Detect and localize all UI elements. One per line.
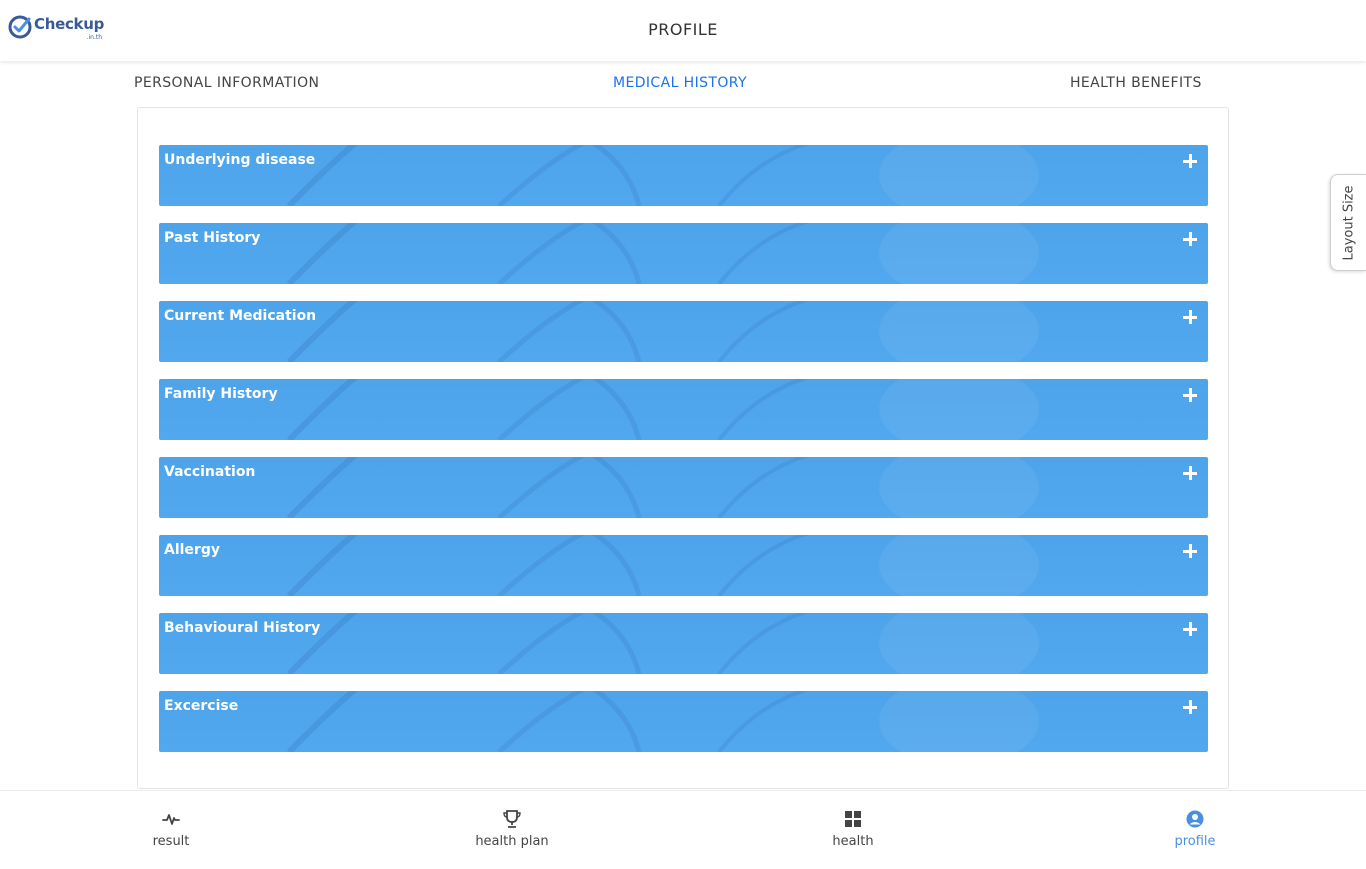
page-title: PROFILE	[648, 20, 718, 39]
app-header: Checkup .in.th PROFILE	[0, 0, 1366, 61]
section-family-history[interactable]: Family History	[159, 379, 1208, 440]
bottom-navigation: result health plan health profile	[0, 790, 1366, 869]
medical-history-card: Underlying disease Past History Current …	[137, 107, 1229, 789]
nav-health-plan[interactable]: health plan	[470, 809, 554, 849]
plus-icon[interactable]	[1182, 543, 1198, 559]
plus-icon[interactable]	[1182, 231, 1198, 247]
section-label: Behavioural History	[164, 620, 321, 636]
plus-icon[interactable]	[1182, 621, 1198, 637]
section-label: Vaccination	[164, 464, 256, 480]
plus-icon[interactable]	[1182, 153, 1198, 169]
section-behavioural-history[interactable]: Behavioural History	[159, 613, 1208, 674]
plus-icon[interactable]	[1182, 309, 1198, 325]
section-background-pattern	[286, 535, 1039, 596]
nav-profile-label: profile	[1174, 834, 1216, 849]
nav-health-plan-label: health plan	[475, 834, 549, 849]
section-vaccination[interactable]: Vaccination	[159, 457, 1208, 518]
tab-health-benefits[interactable]: HEALTH BENEFITS	[1070, 75, 1202, 91]
section-label: Excercise	[164, 698, 239, 714]
trophy-icon	[503, 810, 521, 828]
section-background-pattern	[286, 379, 1039, 440]
nav-profile[interactable]: profile	[1170, 809, 1220, 849]
section-current-medication[interactable]: Current Medication	[159, 301, 1208, 362]
section-exercise[interactable]: Excercise	[159, 691, 1208, 752]
tab-personal-information[interactable]: PERSONAL INFORMATION	[134, 75, 319, 91]
section-underlying-disease[interactable]: Underlying disease	[159, 145, 1208, 206]
plus-icon[interactable]	[1182, 387, 1198, 403]
plus-icon[interactable]	[1182, 465, 1198, 481]
nav-health-label: health	[832, 834, 874, 849]
section-background-pattern	[286, 145, 1039, 206]
layout-size-tab[interactable]: Layout Size	[1330, 174, 1366, 271]
section-background-pattern	[286, 457, 1039, 518]
section-label: Underlying disease	[164, 152, 316, 168]
section-allergy[interactable]: Allergy	[159, 535, 1208, 596]
section-past-history[interactable]: Past History	[159, 223, 1208, 284]
section-background-pattern	[286, 223, 1039, 284]
grid-icon	[845, 811, 861, 827]
pulse-icon	[162, 814, 180, 825]
profile-tabs: PERSONAL INFORMATION MEDICAL HISTORY HEA…	[0, 59, 1366, 106]
nav-health[interactable]: health	[828, 809, 878, 849]
plus-icon[interactable]	[1182, 699, 1198, 715]
tab-medical-history[interactable]: MEDICAL HISTORY	[613, 75, 747, 91]
section-background-pattern	[286, 301, 1039, 362]
section-label: Current Medication	[164, 308, 317, 324]
section-label: Allergy	[164, 542, 220, 558]
section-label: Family History	[164, 386, 278, 402]
nav-result-label: result	[152, 834, 190, 849]
user-circle-icon	[1186, 810, 1204, 828]
section-label: Past History	[164, 230, 261, 246]
layout-size-label: Layout Size	[1341, 184, 1356, 261]
nav-result[interactable]: result	[150, 809, 192, 849]
section-background-pattern	[286, 691, 1039, 752]
